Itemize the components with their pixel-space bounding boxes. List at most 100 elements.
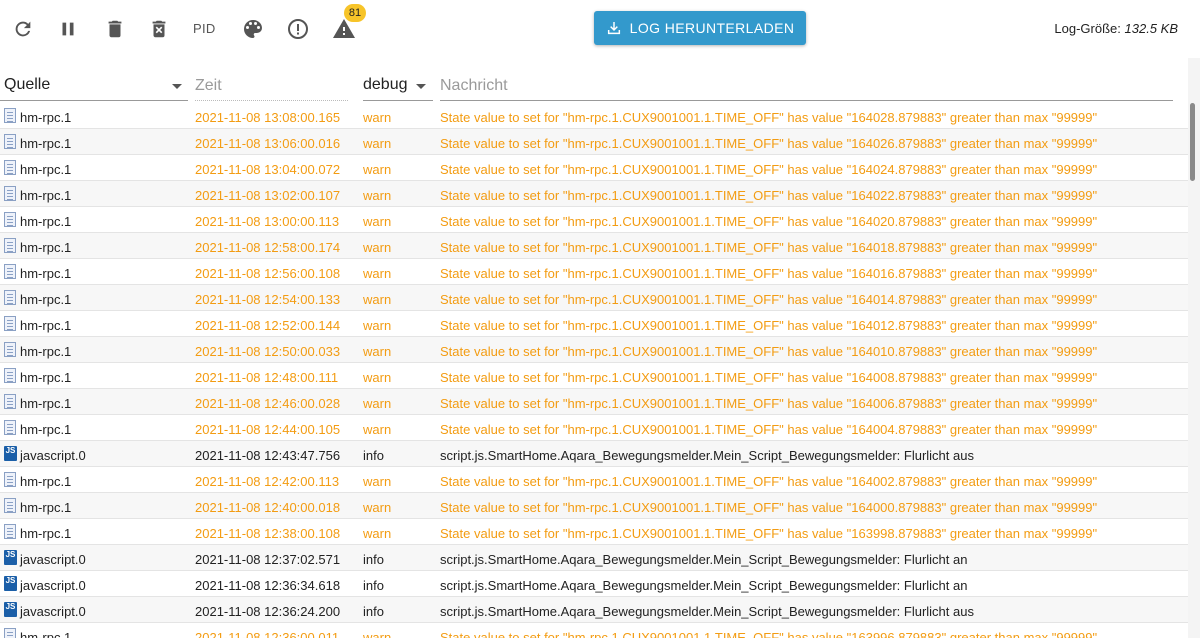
severity-filter-underline — [363, 100, 433, 101]
severity-chevron-down-icon[interactable] — [416, 84, 426, 89]
trash-icon[interactable] — [102, 16, 128, 42]
log-message: State value to set for "hm-rpc.1.CUX9001… — [440, 344, 1098, 359]
log-severity: warn — [363, 214, 392, 229]
log-row: hm-rpc.1 2021-11-08 12:56:00.108 warn State… — [0, 259, 1188, 285]
log-severity: info — [363, 578, 384, 593]
source-filter-select[interactable]: Quelle — [4, 76, 50, 94]
log-size: Log-Größe: 132.5 KB — [1054, 21, 1178, 36]
log-severity: warn — [363, 370, 392, 385]
document-icon — [4, 316, 16, 331]
log-message: script.js.SmartHome.Aqara_Bewegungsmelde… — [440, 604, 974, 619]
severity-filter-select[interactable]: debug — [363, 76, 408, 94]
log-message: State value to set for "hm-rpc.1.CUX9001… — [440, 526, 1098, 541]
log-message: State value to set for "hm-rpc.1.CUX9001… — [440, 630, 1098, 638]
log-message: script.js.SmartHome.Aqara_Bewegungsmelde… — [440, 578, 968, 593]
log-time: 2021-11-08 13:00:00.113 — [195, 214, 340, 229]
log-message: State value to set for "hm-rpc.1.CUX9001… — [440, 396, 1098, 411]
log-time: 2021-11-08 12:48:00.111 — [195, 370, 339, 385]
document-icon — [4, 212, 16, 227]
log-row: hm-rpc.1 2021-11-08 12:38:00.108 warn State… — [0, 519, 1188, 545]
refresh-icon[interactable] — [10, 16, 36, 42]
log-row: hm-rpc.1 2021-11-08 13:04:00.072 warn State… — [0, 155, 1188, 181]
log-time: 2021-11-08 12:42:00.113 — [195, 474, 340, 489]
log-message: State value to set for "hm-rpc.1.CUX9001… — [440, 500, 1098, 515]
log-severity: warn — [363, 136, 392, 151]
log-row: hm-rpc.1 2021-11-08 12:42:00.113 warn State… — [0, 467, 1188, 493]
log-row: hm-rpc.1 2021-11-08 12:36:00.011 warn State… — [0, 623, 1188, 638]
pause-icon[interactable] — [55, 16, 81, 42]
log-source: hm-rpc.1 — [20, 214, 72, 229]
log-time: 2021-11-08 12:56:00.108 — [195, 266, 341, 281]
log-message: State value to set for "hm-rpc.1.CUX9001… — [440, 110, 1098, 125]
log-severity: warn — [363, 474, 392, 489]
log-source: hm-rpc.1 — [20, 474, 72, 489]
log-severity: info — [363, 448, 384, 463]
document-icon — [4, 342, 16, 357]
log-severity: warn — [363, 292, 392, 307]
log-severity: warn — [363, 188, 392, 203]
log-source: hm-rpc.1 — [20, 266, 72, 281]
log-row: JS javascript.0 2021-11-08 12:43:47.756 inf… — [0, 441, 1188, 467]
log-severity: warn — [363, 630, 392, 638]
time-filter-underline — [195, 100, 348, 101]
log-severity: warn — [363, 318, 392, 333]
log-time: 2021-11-08 13:04:00.072 — [195, 162, 341, 177]
log-source: javascript.0 — [20, 578, 86, 593]
palette-icon[interactable] — [240, 16, 266, 42]
time-filter-input[interactable]: Zeit — [195, 77, 222, 95]
log-source: hm-rpc.1 — [20, 240, 72, 255]
log-time: 2021-11-08 12:54:00.133 — [195, 292, 341, 307]
javascript-file-icon: JS — [4, 550, 17, 565]
log-source: hm-rpc.1 — [20, 188, 72, 203]
log-severity: warn — [363, 526, 392, 541]
source-chevron-down-icon[interactable] — [172, 84, 182, 89]
log-message: State value to set for "hm-rpc.1.CUX9001… — [440, 214, 1098, 229]
log-source: hm-rpc.1 — [20, 136, 72, 151]
alert-circle-icon[interactable] — [285, 16, 311, 42]
document-icon — [4, 108, 16, 123]
javascript-file-icon: JS — [4, 446, 17, 461]
log-severity: warn — [363, 110, 392, 125]
log-time: 2021-11-08 12:50:00.033 — [195, 344, 341, 359]
log-row: hm-rpc.1 2021-11-08 12:46:00.028 warn State… — [0, 389, 1188, 415]
pid-toggle[interactable]: PID — [193, 21, 216, 36]
log-row: hm-rpc.1 2021-11-08 12:58:00.174 warn State… — [0, 233, 1188, 259]
log-severity: warn — [363, 422, 392, 437]
log-row: hm-rpc.1 2021-11-08 12:48:00.111 warn State… — [0, 363, 1188, 389]
log-severity: warn — [363, 500, 392, 515]
log-source: hm-rpc.1 — [20, 396, 72, 411]
log-source: hm-rpc.1 — [20, 422, 72, 437]
log-source: hm-rpc.1 — [20, 292, 72, 307]
log-time: 2021-11-08 12:58:00.174 — [195, 240, 341, 255]
log-row: hm-rpc.1 2021-11-08 12:44:00.105 warn State… — [0, 415, 1188, 441]
log-time: 2021-11-08 12:43:47.756 — [195, 448, 341, 463]
log-time: 2021-11-08 12:46:00.028 — [195, 396, 341, 411]
download-log-button[interactable]: LOG HERUNTERLADEN — [594, 11, 806, 45]
document-icon — [4, 134, 16, 149]
warning-count-badge: 81 — [344, 4, 366, 22]
log-severity: info — [363, 552, 384, 567]
log-message: script.js.SmartHome.Aqara_Bewegungsmelde… — [440, 552, 968, 567]
document-icon — [4, 160, 16, 175]
log-message: State value to set for "hm-rpc.1.CUX9001… — [440, 162, 1098, 177]
log-source: hm-rpc.1 — [20, 162, 72, 177]
document-icon — [4, 420, 16, 435]
delete-box-icon[interactable] — [146, 16, 172, 42]
scrollbar-thumb[interactable] — [1190, 103, 1195, 181]
log-row: hm-rpc.1 2021-11-08 13:02:00.107 warn State… — [0, 181, 1188, 207]
log-severity: warn — [363, 240, 392, 255]
log-time: 2021-11-08 12:44:00.105 — [195, 422, 341, 437]
document-icon — [4, 472, 16, 487]
log-source: hm-rpc.1 — [20, 110, 72, 125]
log-severity: warn — [363, 162, 392, 177]
message-filter-input[interactable]: Nachricht — [440, 77, 508, 95]
document-icon — [4, 524, 16, 539]
log-time: 2021-11-08 12:52:00.144 — [195, 318, 341, 333]
document-icon — [4, 290, 16, 305]
log-time: 2021-11-08 13:06:00.016 — [195, 136, 341, 151]
source-filter-underline — [0, 100, 188, 101]
log-time: 2021-11-08 12:36:34.618 — [195, 578, 341, 593]
log-message: State value to set for "hm-rpc.1.CUX9001… — [440, 136, 1098, 151]
log-source: hm-rpc.1 — [20, 370, 72, 385]
log-message: State value to set for "hm-rpc.1.CUX9001… — [440, 292, 1098, 307]
